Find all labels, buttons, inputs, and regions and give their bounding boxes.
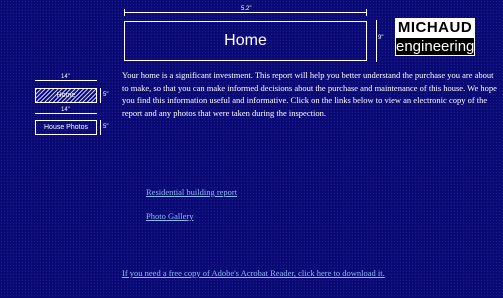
title-width-dimension-line — [124, 12, 367, 13]
acrobat-reader-download-link[interactable]: If you need a free copy of Adobe's Acrob… — [122, 268, 385, 278]
residential-building-report-link[interactable]: Residential building report — [146, 187, 237, 197]
nav-home-button[interactable]: Home — [35, 88, 97, 103]
nav-home-height-label: 5" — [103, 92, 109, 98]
nav-photos-width-line — [35, 113, 97, 114]
nav-home-width-label: 14" — [60, 74, 71, 80]
title-height-label: 9" — [378, 35, 384, 41]
nav-photos-width-label: 14" — [60, 107, 71, 113]
nav-house-photos-button[interactable]: House Photos — [35, 120, 97, 135]
logo-line-1: MICHAUD — [395, 18, 475, 37]
nav-photos-height-label: 5" — [103, 124, 109, 130]
logo-line-2: engineering — [395, 37, 475, 56]
nav-house-photos-label: House Photos — [44, 124, 88, 131]
title-width-tick-left — [124, 9, 125, 16]
title-height-dimension-line — [376, 20, 377, 62]
nav-photos-height-line — [100, 120, 101, 135]
title-width-label: 5.2" — [239, 6, 254, 12]
nav-home-width-line — [35, 80, 97, 81]
nav-home-label: Home — [56, 92, 76, 99]
photo-gallery-link[interactable]: Photo Gallery — [146, 211, 193, 221]
nav-home-height-line — [100, 88, 101, 103]
page-title: Home — [124, 21, 367, 61]
michaud-engineering-logo: MICHAUD engineering — [395, 18, 475, 58]
intro-paragraph: Your home is a significant investment. T… — [122, 70, 497, 118]
title-width-tick-right — [366, 9, 367, 16]
